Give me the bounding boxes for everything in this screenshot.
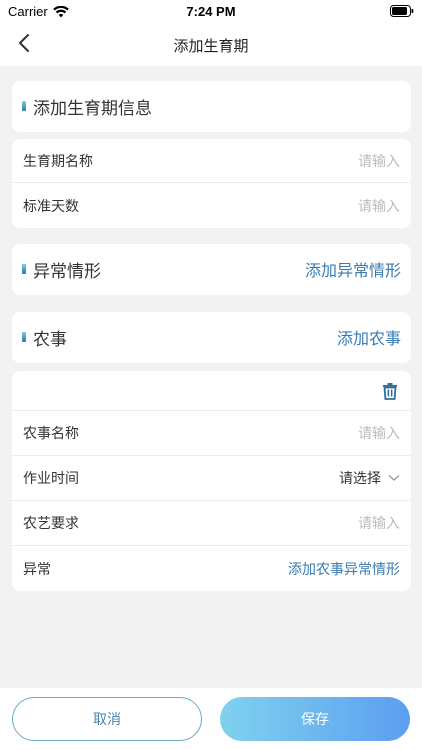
operation-time-row[interactable]: 作业时间 请选择 <box>12 456 411 501</box>
growth-info-header: 添加生育期信息 <box>12 81 411 131</box>
bottom-action-bar: 取消 保存 <box>0 688 422 750</box>
farming-name-label: 农事名称 <box>23 426 79 442</box>
farming-item-toolbar <box>12 371 411 411</box>
farming-abnormal-label: 异常 <box>23 561 51 578</box>
add-farming-button[interactable]: 添加农事 <box>337 325 401 349</box>
standard-days-input[interactable]: 请输入 <box>358 196 400 216</box>
page-title: 添加生育期 <box>173 36 249 55</box>
chevron-down-icon <box>388 475 400 481</box>
abnormal-title: 异常情形 <box>33 261 101 282</box>
status-bar: Carrier 7:24 PM <box>0 0 422 24</box>
back-arrow-icon[interactable] <box>14 32 36 54</box>
add-farming-abnormal-button[interactable]: 添加农事异常情形 <box>288 559 400 579</box>
navigation-bar: 添加生育期 <box>0 24 422 66</box>
farming-item-card: 农事名称 请输入 作业时间 请选择 农艺要求 请输入 异常 添加农事异常情形 <box>12 371 411 591</box>
cancel-button[interactable]: 取消 <box>12 697 202 741</box>
section-marker-icon <box>22 264 26 274</box>
growth-period-name-input[interactable]: 请输入 <box>358 151 400 171</box>
battery-icon <box>390 5 414 21</box>
agronomic-requirement-input[interactable]: 请输入 <box>358 513 400 533</box>
section-marker-icon <box>22 101 26 111</box>
growth-info-title: 添加生育期信息 <box>33 98 152 119</box>
growth-period-name-row[interactable]: 生育期名称 请输入 <box>12 139 411 183</box>
operation-time-label: 作业时间 <box>23 471 79 487</box>
farming-name-row[interactable]: 农事名称 请输入 <box>12 411 411 456</box>
operation-time-value: 请选择 <box>339 471 381 487</box>
agronomic-requirement-label: 农艺要求 <box>23 516 79 532</box>
farming-abnormal-row[interactable]: 异常 添加农事异常情形 <box>12 546 411 591</box>
farming-section-card: 农事 添加农事 <box>12 312 411 363</box>
farming-name-input[interactable]: 请输入 <box>358 423 400 443</box>
growth-info-header-card: 添加生育期信息 <box>12 81 411 132</box>
section-marker-icon <box>22 332 26 342</box>
clock: 7:24 PM <box>186 4 236 19</box>
standard-days-label: 标准天数 <box>23 198 79 215</box>
save-button[interactable]: 保存 <box>220 697 410 741</box>
growth-info-fields-card: 生育期名称 请输入 标准天数 请输入 <box>12 139 411 228</box>
farming-header: 农事 添加农事 <box>12 312 411 362</box>
operation-time-select[interactable]: 请选择 <box>339 468 400 488</box>
abnormal-section-card: 异常情形 添加异常情形 <box>12 244 411 295</box>
growth-period-name-label: 生育期名称 <box>23 153 93 170</box>
trash-icon[interactable] <box>381 382 399 400</box>
farming-title: 农事 <box>33 329 67 350</box>
standard-days-row[interactable]: 标准天数 请输入 <box>12 183 411 228</box>
add-abnormal-button[interactable]: 添加异常情形 <box>305 257 401 281</box>
abnormal-header: 异常情形 添加异常情形 <box>12 244 411 294</box>
agronomic-requirement-row[interactable]: 农艺要求 请输入 <box>12 501 411 546</box>
